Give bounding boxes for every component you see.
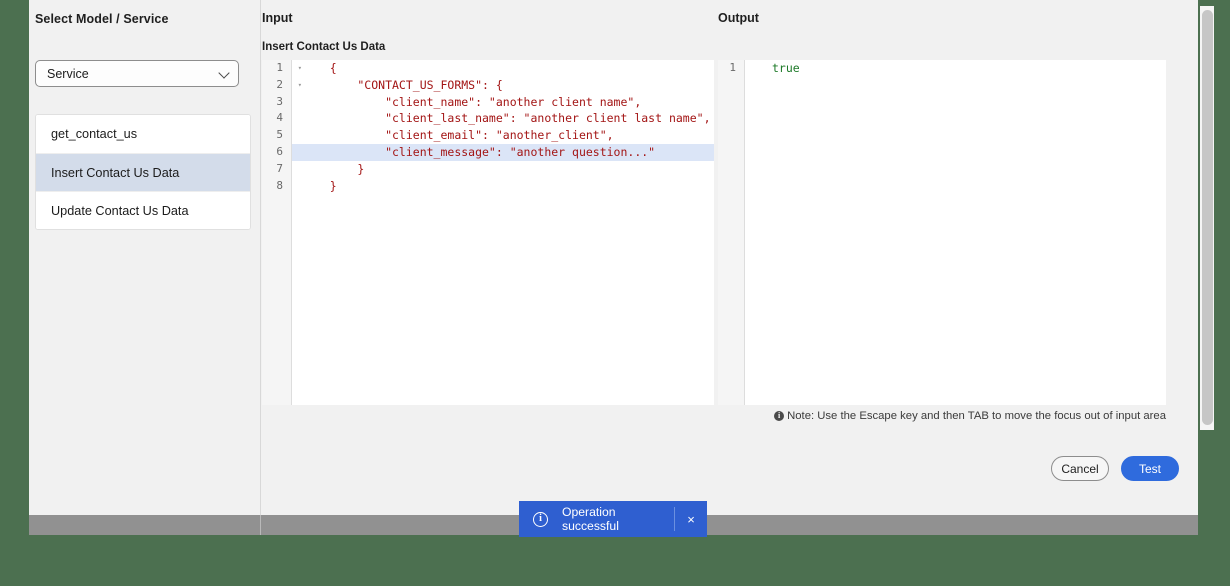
- service-list: get_contact_us Insert Contact Us Data Up…: [35, 114, 251, 230]
- gutter-line: 3: [276, 94, 283, 108]
- code-line: "client_name": "another client name",: [302, 94, 642, 109]
- cancel-button[interactable]: Cancel: [1051, 456, 1109, 481]
- list-item-label: Insert Contact Us Data: [51, 165, 180, 180]
- toast-message: Operation successful: [562, 505, 619, 533]
- bottom-strip-divider: [260, 515, 261, 535]
- code-line: "client_email": "another_client",: [302, 128, 614, 143]
- gutter-line: 4: [276, 111, 283, 125]
- gutter-line: 5: [276, 128, 283, 142]
- output-gutter: 1: [718, 60, 745, 405]
- info-icon: i: [533, 511, 548, 527]
- gutter-line: 2 ▾: [262, 77, 302, 94]
- input-code-editor[interactable]: 1 ▾ 2 ▾ 3 4 5 6 7 8 { "CONTACT_US_FORMS": …: [262, 60, 714, 405]
- toast-notification: i Operation successful ×: [519, 501, 707, 537]
- list-item-label: Update Contact Us Data: [51, 203, 189, 218]
- output-section-title: Output: [718, 11, 759, 25]
- chevron-down-icon: [219, 68, 230, 79]
- gutter-line: 7: [276, 161, 283, 175]
- sidebar-item-update-contact-us-data[interactable]: Update Contact Us Data: [36, 191, 250, 229]
- code-line: "client_last_name": "another client last…: [302, 111, 711, 126]
- service-select-dropdown[interactable]: Service: [35, 60, 239, 87]
- page-scrollbar-thumb[interactable]: [1202, 10, 1213, 425]
- input-focus-note: i Note: Use the Escape key and then TAB t…: [718, 410, 1166, 422]
- gutter-line: 8: [276, 178, 283, 192]
- output-code-area: true: [745, 60, 1166, 405]
- code-line: true: [772, 61, 800, 75]
- close-icon[interactable]: ×: [675, 512, 707, 527]
- model-service-sidebar: Select Model / Service Service get_conta…: [29, 0, 260, 515]
- sidebar-item-get-contact-us[interactable]: get_contact_us: [36, 115, 250, 153]
- sidebar-divider: [260, 0, 261, 515]
- info-icon: i: [774, 411, 785, 421]
- dialog-actions: Cancel Test: [1051, 456, 1179, 481]
- output-code-editor[interactable]: 1 true: [718, 60, 1166, 405]
- page-title: Select Model / Service: [35, 12, 169, 26]
- gutter-line: 1: [729, 61, 736, 74]
- input-section-title: Input: [262, 11, 293, 25]
- code-line: }: [302, 178, 337, 193]
- test-button[interactable]: Test: [1121, 456, 1179, 481]
- note-text: Note: Use the Escape key and then TAB to…: [787, 410, 1166, 422]
- code-line: "client_message": "another question...": [292, 143, 714, 161]
- gutter-line: 6: [276, 144, 283, 158]
- sidebar-item-insert-contact-us-data[interactable]: Insert Contact Us Data: [36, 153, 250, 191]
- code-line: {: [302, 61, 337, 75]
- input-operation-name: Insert Contact Us Data: [262, 41, 386, 53]
- code-line: "CONTACT_US_FORMS": {: [302, 77, 503, 92]
- gutter-line: 1 ▾: [262, 60, 302, 77]
- input-code-area[interactable]: { "CONTACT_US_FORMS": { "client_name": "…: [292, 60, 714, 405]
- code-line: }: [302, 161, 365, 176]
- input-gutter: 1 ▾ 2 ▾ 3 4 5 6 7 8: [262, 60, 302, 405]
- service-select-value: Service: [47, 66, 89, 81]
- list-item-label: get_contact_us: [51, 127, 138, 141]
- output-column: Output 1 true: [718, 0, 1178, 515]
- input-column: Input Insert Contact Us Data 1 ▾ 2 ▾ 3 4 5…: [262, 0, 714, 515]
